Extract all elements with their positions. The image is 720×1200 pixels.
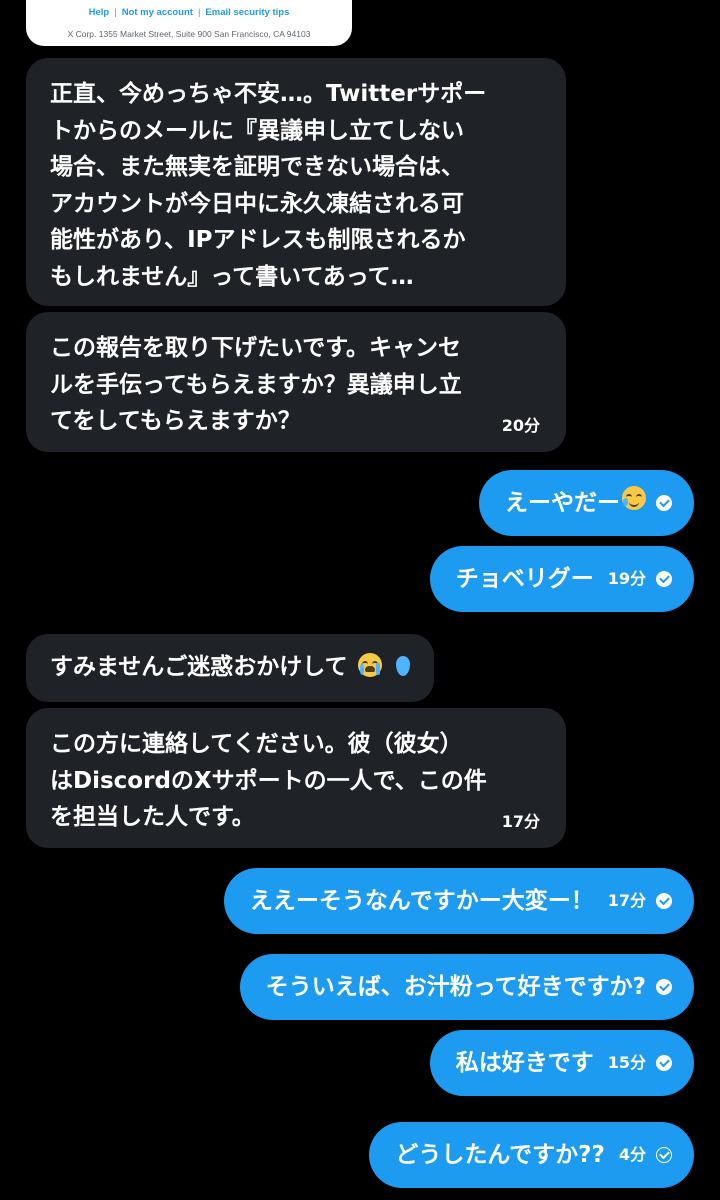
email-security-tips-link[interactable]: Email security tips bbox=[205, 7, 289, 18]
message-bubble-outgoing[interactable]: チョベリグー 19分 bbox=[429, 546, 694, 612]
sent-check-icon bbox=[656, 1147, 672, 1163]
message-timestamp: 17分 bbox=[607, 890, 646, 910]
message-line: はDiscordのXサポートの一人で、この件 bbox=[50, 767, 487, 794]
message-line: てをしてもらえますか？ bbox=[50, 408, 301, 434]
message-line: この報告を取り下げたいです。キャンセ bbox=[50, 335, 462, 361]
email-preview-card[interactable]: Help | Not my account | Email security tips … bbox=[26, 0, 352, 46]
message-line: 正直、今めっちゃ不安…。Twitterサポー bbox=[50, 81, 487, 107]
message-bubble-incoming[interactable]: この方に連絡してください。彼（彼女） はDiscordのXサポートの一人で、この… bbox=[26, 708, 566, 848]
message-line: 場合、また無実を証明できない場合は、 bbox=[50, 154, 464, 180]
message-text: ええーそうなんですかー大変ー！ bbox=[249, 887, 594, 914]
message-line: トからのメールに『異議申し立てしない bbox=[50, 117, 464, 144]
message-text: どうしたんですか?? bbox=[395, 1141, 605, 1168]
link-separator: | bbox=[114, 7, 117, 18]
read-check-icon bbox=[656, 1055, 672, 1071]
message-text: すみませんご迷惑おかけして bbox=[50, 654, 348, 680]
message-bubble-incoming[interactable]: 正直、今めっちゃ不安…。Twitterサポー トからのメールに『異議申し立てしな… bbox=[26, 58, 566, 306]
email-footer-links: Help | Not my account | Email security tips bbox=[26, 7, 352, 18]
message-timestamp: 20分 bbox=[501, 416, 540, 435]
message-bubble-outgoing[interactable]: どうしたんですか?? 4分 bbox=[369, 1122, 694, 1188]
read-check-icon bbox=[656, 571, 672, 587]
message-bubble-incoming[interactable]: すみませんご迷惑おかけして bbox=[26, 634, 434, 702]
message-line: この方に連絡してください。彼（彼女） bbox=[50, 731, 463, 757]
message-text: チョベリグー bbox=[455, 565, 594, 592]
not-my-account-link[interactable]: Not my account bbox=[122, 7, 193, 18]
message-bubble-outgoing[interactable]: ええーそうなんですかー大変ー！ 17分 bbox=[223, 868, 694, 934]
company-address: X Corp. 1355 Market Street, Suite 900 Sa… bbox=[67, 29, 311, 39]
read-check-icon bbox=[656, 495, 672, 511]
message-bubble-outgoing[interactable]: 私は好きです 15分 bbox=[429, 1030, 694, 1096]
link-separator: | bbox=[197, 7, 201, 18]
message-timestamp: 17分 bbox=[501, 812, 540, 831]
message-bubble-outgoing[interactable]: そういえば、お汁粉って好きですか? bbox=[239, 954, 694, 1020]
message-text: えーやだー bbox=[505, 489, 620, 516]
message-timestamp: 19分 bbox=[607, 568, 646, 588]
message-timestamp: 4分 bbox=[618, 1144, 646, 1164]
message-bubble-incoming[interactable]: この報告を取り下げたいです。キャンセ ルを手伝ってもらえますか？異議申し立 てを… bbox=[26, 312, 566, 452]
loudly-crying-face-icon bbox=[357, 652, 382, 689]
read-check-icon bbox=[656, 893, 672, 909]
message-bubble-outgoing[interactable]: えーやだー bbox=[479, 470, 694, 536]
droplet-icon bbox=[395, 656, 410, 676]
message-line: 能性があり、IPアドレスも制限されるか bbox=[50, 227, 466, 253]
message-line: もしれません』って書いてあって… bbox=[50, 263, 414, 290]
message-line: アカウントが今日中に永久凍結される可 bbox=[50, 190, 464, 217]
message-line: ルを手伝ってもらえますか？異議申し立 bbox=[50, 371, 462, 398]
read-check-icon bbox=[656, 979, 672, 995]
message-timestamp: 15分 bbox=[607, 1052, 646, 1072]
smiling-face-with-tear-icon bbox=[622, 485, 646, 522]
help-link[interactable]: Help bbox=[89, 7, 110, 18]
message-text: 私は好きです bbox=[455, 1049, 594, 1076]
message-text: そういえば、お汁粉って好きですか? bbox=[265, 973, 646, 1000]
message-line: を担当した人です。 bbox=[50, 804, 255, 830]
